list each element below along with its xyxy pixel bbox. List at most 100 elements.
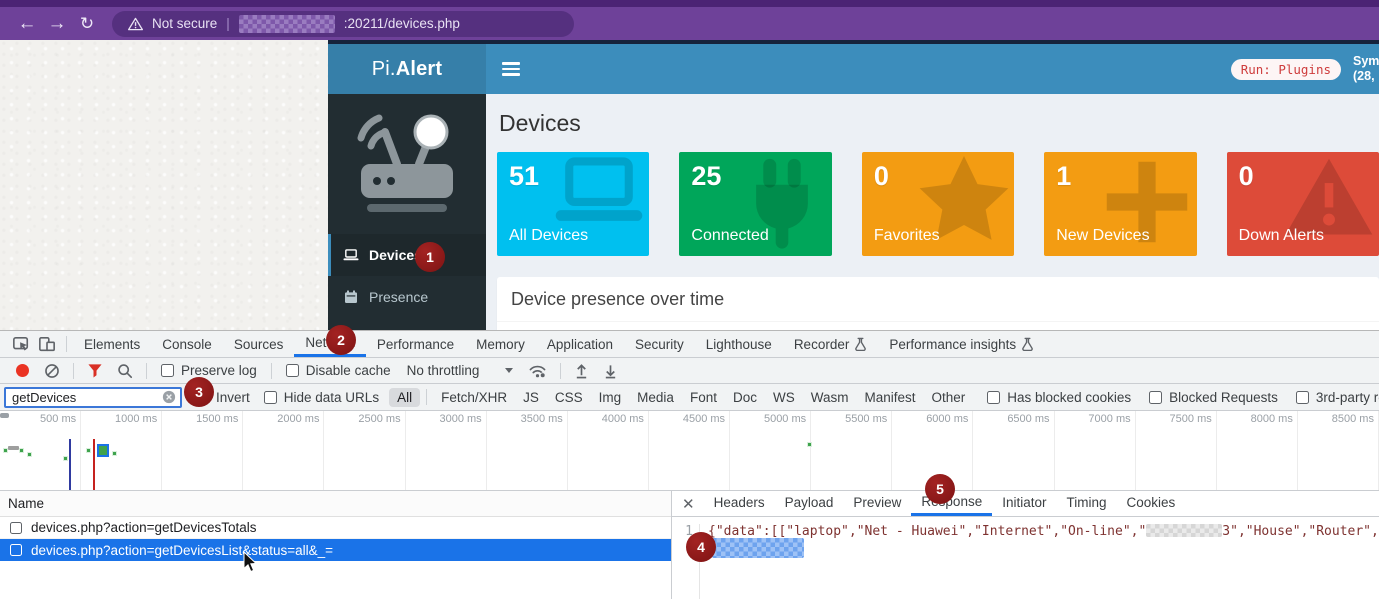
export-har-icon[interactable] <box>603 363 618 379</box>
filter-input[interactable] <box>12 390 162 405</box>
clear-icon[interactable] <box>44 363 60 379</box>
address-bar[interactable]: Not secure | :20211/devices.php <box>112 11 574 37</box>
clear-filter-icon[interactable] <box>162 390 176 404</box>
device-toolbar-icon[interactable] <box>34 333 60 355</box>
request-row[interactable]: devices.php?action=getDevicesList&status… <box>0 539 671 561</box>
checkbox[interactable] <box>286 364 299 377</box>
card-connected[interactable]: 25Connected <box>679 152 831 256</box>
detail-tab-initiator[interactable]: Initiator <box>992 491 1056 516</box>
timeline-tick: 2000 ms <box>243 411 324 490</box>
checkbox[interactable] <box>264 391 277 404</box>
checkbox[interactable] <box>1296 391 1309 404</box>
timeline-tick-label: 7000 ms <box>1088 413 1130 425</box>
checkbox[interactable] <box>987 391 1000 404</box>
filter-icon[interactable] <box>87 363 103 378</box>
card-favorites[interactable]: 0Favorites <box>862 152 1014 256</box>
detail-tab-preview[interactable]: Preview <box>843 491 911 516</box>
devtools-bottom-split: Name devices.php?action=getDevicesTotals… <box>0 491 1379 599</box>
app-logo[interactable]: Pi.Alert <box>328 44 486 94</box>
request-detail-pane: ✕ HeadersPayloadPreviewResponseInitiator… <box>672 491 1379 599</box>
navbar-corner-text: Sym (28, <box>1353 54 1379 84</box>
run-plugins-button[interactable]: Run: Plugins <box>1231 59 1341 80</box>
page-title: Devices <box>499 110 1379 137</box>
preserve-log-checkbox[interactable]: Preserve log <box>161 363 257 378</box>
checkbox[interactable] <box>196 391 209 404</box>
devtools-tab-elements[interactable]: Elements <box>73 331 151 357</box>
timeline-tick: 7000 ms <box>1055 411 1136 490</box>
filter-type-img[interactable]: Img <box>591 388 630 407</box>
close-icon[interactable]: ✕ <box>682 495 695 513</box>
hide-data-urls-checkbox[interactable]: Hide data URLs <box>264 390 379 405</box>
waterfall-selected-request <box>97 444 109 457</box>
router-logo-icon <box>328 94 486 234</box>
devtools-tab-sources[interactable]: Sources <box>223 331 295 357</box>
detail-tab-payload[interactable]: Payload <box>775 491 844 516</box>
sidebar-item-presence[interactable]: Presence <box>328 276 486 318</box>
filter-type-all[interactable]: All <box>389 388 420 407</box>
response-content[interactable]: {"data":[["laptop","Net - Huawei","Inter… <box>700 524 1379 599</box>
inspect-element-icon[interactable] <box>8 333 34 355</box>
detail-tab-cookies[interactable]: Cookies <box>1117 491 1186 516</box>
detail-tab-headers[interactable]: Headers <box>704 491 775 516</box>
request-row[interactable]: devices.php?action=getDevicesTotals <box>0 517 671 539</box>
devtools-tab-network[interactable]: Network <box>294 331 366 357</box>
filter-type-doc[interactable]: Doc <box>725 388 765 407</box>
request-checkbox[interactable] <box>10 544 22 556</box>
devtools-tab-performance[interactable]: Performance <box>366 331 465 357</box>
pialert-app: Pi.Alert Run: Plugins Sym (28, <box>328 40 1379 330</box>
sidebar-item-devices[interactable]: Devices <box>328 234 486 276</box>
filter-input-box[interactable] <box>4 387 182 408</box>
back-icon[interactable]: ← <box>12 9 42 39</box>
timeline-tick-label: 8000 ms <box>1251 413 1293 425</box>
card-label: Connected <box>691 227 768 245</box>
network-conditions-icon[interactable] <box>528 362 547 379</box>
checkbox[interactable] <box>1149 391 1162 404</box>
filter-has-blocked-cookies-checkbox[interactable]: Has blocked cookies <box>987 390 1131 405</box>
waterfall-bar <box>8 446 19 450</box>
filter-type-js[interactable]: JS <box>515 388 547 407</box>
sidebar-item-label: Presence <box>369 289 428 305</box>
devtools-tab-security[interactable]: Security <box>624 331 695 357</box>
detail-tab-timing[interactable]: Timing <box>1057 491 1117 516</box>
forward-icon[interactable]: → <box>42 9 72 39</box>
filter-type-css[interactable]: CSS <box>547 388 591 407</box>
filter-type-ws[interactable]: WS <box>765 388 803 407</box>
card-all-devices[interactable]: 51All Devices <box>497 152 649 256</box>
record-icon[interactable] <box>16 364 29 377</box>
filter-type-other[interactable]: Other <box>924 388 974 407</box>
requests-name-column-header[interactable]: Name <box>0 491 671 517</box>
devtools-tab-application[interactable]: Application <box>536 331 624 357</box>
detail-tab-response[interactable]: Response <box>911 491 992 516</box>
filter-blocked-requests-checkbox[interactable]: Blocked Requests <box>1149 390 1278 405</box>
reload-icon[interactable]: ↻ <box>72 9 102 39</box>
checkbox[interactable] <box>161 364 174 377</box>
card-down-alerts[interactable]: 0Down Alerts <box>1227 152 1379 256</box>
filter-type-manifest[interactable]: Manifest <box>856 388 923 407</box>
filter-type-media[interactable]: Media <box>629 388 682 407</box>
hamburger-menu-icon[interactable] <box>502 62 520 76</box>
timeline-tick-label: 6000 ms <box>926 413 968 425</box>
waterfall-dot <box>63 456 68 461</box>
timeline-tick-label: 7500 ms <box>1170 413 1212 425</box>
devtools-tab-recorder[interactable]: Recorder <box>783 331 879 357</box>
search-icon[interactable] <box>117 363 133 379</box>
devtools-tab-lighthouse[interactable]: Lighthouse <box>695 331 783 357</box>
import-har-icon[interactable] <box>574 363 589 379</box>
devtools-tab-memory[interactable]: Memory <box>465 331 536 357</box>
card-new-devices[interactable]: 1New Devices <box>1044 152 1196 256</box>
invert-checkbox[interactable]: Invert <box>196 390 250 405</box>
disable-cache-checkbox[interactable]: Disable cache <box>286 363 391 378</box>
devtools-tab-label: Sources <box>234 332 284 357</box>
waterfall-dot <box>86 448 91 453</box>
throttling-select[interactable]: No throttling <box>407 363 514 378</box>
filter-type-font[interactable]: Font <box>682 388 725 407</box>
request-checkbox[interactable] <box>10 522 22 534</box>
filter-type-fetch-xhr[interactable]: Fetch/XHR <box>433 388 515 407</box>
network-overview-timeline[interactable]: 500 ms1000 ms1500 ms2000 ms2500 ms3000 m… <box>0 411 1379 491</box>
not-secure-label: Not secure <box>152 16 217 31</box>
filter-3rd-party-requests-checkbox[interactable]: 3rd-party requests <box>1296 390 1379 405</box>
devtools-tab-performance-insights[interactable]: Performance insights <box>878 331 1045 357</box>
app-header: Pi.Alert Run: Plugins Sym (28, <box>328 44 1379 94</box>
devtools-tab-console[interactable]: Console <box>151 331 223 357</box>
filter-type-wasm[interactable]: Wasm <box>803 388 857 407</box>
